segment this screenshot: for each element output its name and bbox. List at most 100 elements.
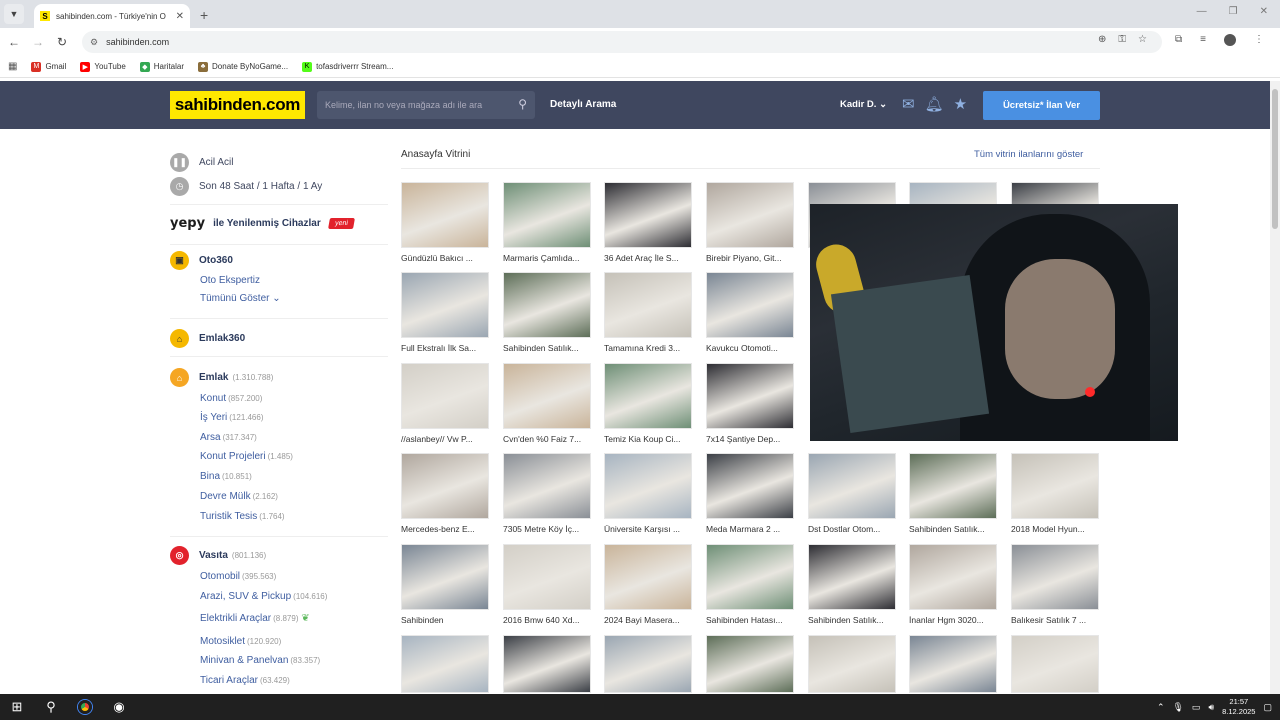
subcategory-motosiklet[interactable]: Motosiklet (120.920)	[200, 636, 281, 647]
showcase-card[interactable]: 7x14 Şantiye Dep...	[706, 363, 794, 444]
menu-icon[interactable]: ⋮	[1254, 34, 1264, 46]
listing-caption[interactable]: Birebir Piyano, Git...	[706, 253, 794, 263]
tab-search-icon[interactable]: ▼	[4, 4, 24, 24]
subcategory-arazi-suv[interactable]: Arazi, SUV & Pickup (104.616)	[200, 591, 327, 602]
showcase-card[interactable]: 2018 Model Hyun...	[1011, 453, 1099, 534]
notifications-bell-icon[interactable]: 🔔︎	[925, 95, 944, 113]
listing-thumbnail[interactable]	[706, 544, 794, 610]
listing-caption[interactable]: Meda Marmara 2 ...	[706, 524, 794, 534]
listing-caption[interactable]: Sahibinden Hatası...	[706, 615, 794, 625]
messages-icon[interactable]: ✉	[902, 95, 915, 113]
listing-caption[interactable]: Kavukcu Otomoti...	[706, 343, 794, 353]
showcase-card[interactable]: Sahibinden Satılık...	[909, 453, 997, 534]
microphone-icon[interactable]: 🎙︎	[1172, 702, 1183, 713]
showcase-card[interactable]: Meda Marmara 2 ...	[706, 453, 794, 534]
bookmark-star-icon[interactable]: ☆	[1138, 34, 1147, 45]
acil-link[interactable]: ❚❚ Acil Acil	[170, 153, 233, 172]
listing-caption[interactable]: Full Ekstralı İlk Sa...	[401, 343, 489, 353]
listing-caption[interactable]: Tamamına Kredi 3...	[604, 343, 692, 353]
listing-caption[interactable]: Mercedes-benz E...	[401, 524, 489, 534]
listing-thumbnail[interactable]	[706, 453, 794, 519]
search-input[interactable]: Kelime, ilan no veya mağaza adı ile ara …	[317, 91, 535, 119]
detailed-search-link[interactable]: Detaylı Arama	[550, 99, 616, 110]
showcase-card[interactable]: Full Ekstralı İlk Sa...	[401, 272, 489, 353]
subcategory-elektrikli[interactable]: Elektrikli Araçlar (8.879) ❦	[200, 613, 310, 624]
listing-thumbnail[interactable]	[808, 544, 896, 610]
listing-thumbnail[interactable]	[401, 272, 489, 338]
network-icon[interactable]: ▭	[1192, 702, 1201, 713]
listing-thumbnail[interactable]	[1011, 544, 1099, 610]
listing-caption[interactable]: 36 Adet Araç İle S...	[604, 253, 692, 263]
system-clock[interactable]: 21:57 8.12.2025	[1222, 697, 1255, 717]
listing-caption[interactable]: Üniversite Karşısı ...	[604, 524, 692, 534]
listing-caption[interactable]: İnanlar Hgm 3020...	[909, 615, 997, 625]
subcategory-bina[interactable]: Bina (10.851)	[200, 471, 252, 482]
listing-caption[interactable]: Sahibinden	[401, 615, 489, 625]
address-bar[interactable]: ⚙ sahibinden.com	[82, 31, 1162, 53]
showcase-card[interactable]: Marmaris Çamlıda...	[503, 182, 591, 263]
listing-caption[interactable]: Sahibinden Satılık...	[909, 524, 997, 534]
showcase-card[interactable]: Birebir Piyano, Git...	[706, 182, 794, 263]
obs-icon[interactable]: ◉	[102, 694, 136, 720]
listing-thumbnail[interactable]	[909, 635, 997, 693]
favorites-star-icon[interactable]: ★	[954, 95, 967, 113]
listing-caption[interactable]: Balıkesir Satılık 7 ...	[1011, 615, 1099, 625]
showcase-card[interactable]: Temiz Kia Koup Ci...	[604, 363, 692, 444]
listing-thumbnail[interactable]	[1011, 453, 1099, 519]
showcase-card[interactable]	[604, 635, 692, 693]
subcategory-isyeri[interactable]: İş Yeri (121.466)	[200, 412, 264, 423]
listing-thumbnail[interactable]	[401, 182, 489, 248]
showcase-card[interactable]	[401, 635, 489, 693]
listing-thumbnail[interactable]	[706, 182, 794, 248]
showcase-card[interactable]: İnanlar Hgm 3020...	[909, 544, 997, 625]
listing-caption[interactable]: Gündüzlü Bakıcı ...	[401, 253, 489, 263]
showcase-card[interactable]: 7305 Metre Köy İç...	[503, 453, 591, 534]
listing-thumbnail[interactable]	[909, 544, 997, 610]
listing-thumbnail[interactable]	[706, 363, 794, 429]
listing-thumbnail[interactable]	[401, 363, 489, 429]
show-all-showcase-link[interactable]: Tüm vitrin ilanlarını göster	[974, 149, 1083, 160]
subcategory-konut[interactable]: Konut (857.200)	[200, 393, 262, 404]
extensions-icon[interactable]: ⧉	[1175, 34, 1182, 46]
listing-thumbnail[interactable]	[503, 272, 591, 338]
listing-caption[interactable]: 7305 Metre Köy İç...	[503, 524, 591, 534]
showcase-card[interactable]: 2016 Bmw 640 Xd...	[503, 544, 591, 625]
close-window-icon[interactable]: ✕	[1260, 6, 1268, 17]
showcase-card[interactable]	[706, 635, 794, 693]
listing-thumbnail[interactable]	[604, 182, 692, 248]
listing-thumbnail[interactable]	[401, 635, 489, 693]
notifications-icon[interactable]: ▢	[1263, 702, 1272, 713]
showcase-card[interactable]: Üniversite Karşısı ...	[604, 453, 692, 534]
bookmark-kick[interactable]: Ktofasdriverrr Stream...	[302, 61, 393, 72]
bookmark-donate[interactable]: ♣ Donate ByNoGame...	[198, 61, 288, 72]
listing-thumbnail[interactable]	[503, 453, 591, 519]
showcase-card[interactable]: Sahibinden	[401, 544, 489, 625]
profile-avatar[interactable]	[1223, 34, 1236, 46]
showcase-card[interactable]: Sahibinden Satılık...	[808, 544, 896, 625]
back-icon[interactable]: ←	[2, 35, 26, 49]
listing-thumbnail[interactable]	[604, 544, 692, 610]
listing-caption[interactable]: 7x14 Şantiye Dep...	[706, 434, 794, 444]
listing-thumbnail[interactable]	[706, 272, 794, 338]
listing-thumbnail[interactable]	[808, 635, 896, 693]
listing-caption[interactable]: Marmaris Çamlıda...	[503, 253, 591, 263]
windows-start-icon[interactable]: ⊞	[0, 694, 34, 720]
showcase-card[interactable]	[909, 635, 997, 693]
listing-thumbnail[interactable]	[808, 453, 896, 519]
password-key-icon[interactable]: ⚿	[1118, 34, 1126, 45]
oto-ekspertiz-link[interactable]: Oto Ekspertiz	[200, 275, 260, 286]
showcase-card[interactable]: Cvn'den %0 Faiz 7...	[503, 363, 591, 444]
showcase-card[interactable]: Sahibinden Satılık...	[503, 272, 591, 353]
showcase-card[interactable]	[808, 635, 896, 693]
new-tab-icon[interactable]: +	[200, 7, 208, 23]
listing-thumbnail[interactable]	[706, 635, 794, 693]
listing-caption[interactable]: Temiz Kia Koup Ci...	[604, 434, 692, 444]
subcategory-otomobil[interactable]: Otomobil (395.563)	[200, 571, 276, 582]
listing-thumbnail[interactable]	[401, 544, 489, 610]
showcase-card[interactable]: Gündüzlü Bakıcı ...	[401, 182, 489, 263]
listing-thumbnail[interactable]	[401, 453, 489, 519]
emlak-category[interactable]: ⌂ Emlak (1.310.788)	[170, 368, 273, 387]
close-tab-icon[interactable]: ✕	[176, 11, 184, 22]
listing-caption[interactable]: 2016 Bmw 640 Xd...	[503, 615, 591, 625]
listing-thumbnail[interactable]	[604, 453, 692, 519]
